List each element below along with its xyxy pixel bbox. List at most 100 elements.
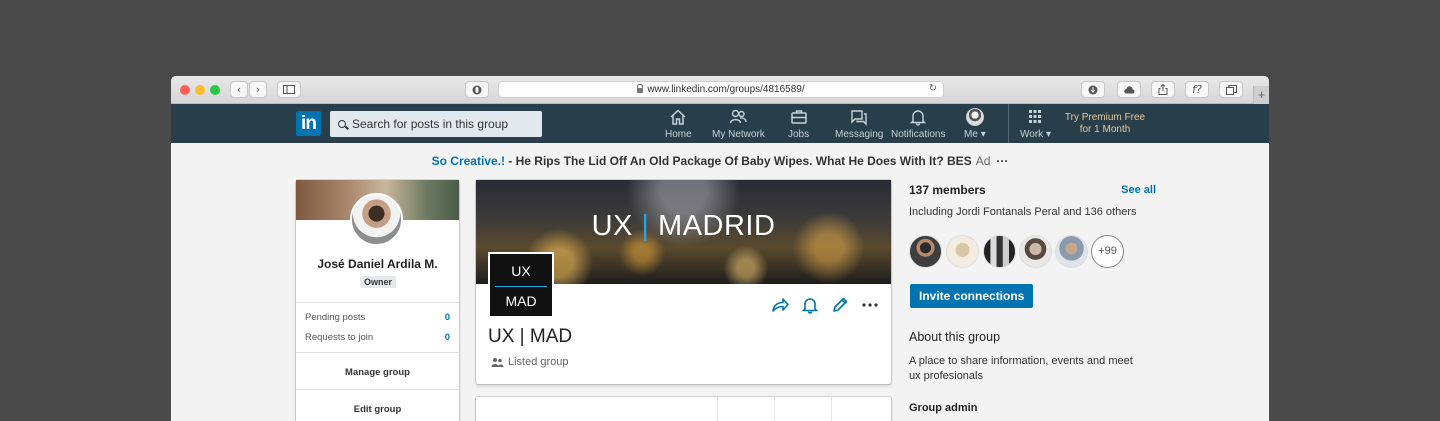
- group-logo-top: UX: [511, 263, 531, 279]
- requests-row[interactable]: Requests to join 0: [305, 332, 450, 343]
- zoom-window-button[interactable]: [210, 85, 220, 95]
- divider: [831, 397, 832, 421]
- nav-notifications[interactable]: Notifications: [891, 108, 945, 142]
- ad-text[interactable]: - He Rips The Lid Off An Old Package Of …: [505, 154, 971, 168]
- lock-icon: [637, 84, 644, 93]
- group-admin-heading: Group admin: [909, 402, 978, 414]
- requests-label: Requests to join: [305, 332, 374, 343]
- group-name: UX | MAD: [488, 326, 573, 347]
- nav-home[interactable]: Home: [665, 108, 692, 142]
- profile-name[interactable]: José Daniel Ardila M.: [296, 257, 459, 271]
- search-input[interactable]: Search for posts in this group: [330, 111, 542, 137]
- ad-label: Ad: [975, 154, 991, 168]
- divider: [717, 397, 718, 421]
- premium-line-2: for 1 Month: [1079, 124, 1131, 135]
- member-avatar[interactable]: [1019, 235, 1052, 268]
- banner-title: UX | MADRID: [476, 210, 891, 243]
- group-logo-bottom: MAD: [505, 293, 537, 309]
- nav-notifications-label: Notifications: [891, 129, 946, 140]
- about-text: A place to share information, events and…: [909, 355, 1133, 382]
- banner-title-right: MADRID: [658, 210, 776, 242]
- pending-posts-row[interactable]: Pending posts 0: [305, 312, 450, 323]
- nav-jobs[interactable]: Jobs: [788, 108, 809, 142]
- chevron-down-icon: ▾: [1045, 129, 1051, 140]
- start-conversation-card[interactable]: [476, 397, 891, 421]
- nav-home-label: Home: [665, 129, 692, 140]
- owner-badge: Owner: [360, 276, 397, 288]
- nav-me-label: Me ▾: [964, 129, 986, 140]
- members-summary: Including Jordi Fontanals Peral and 136 …: [909, 206, 1137, 218]
- avatar: [965, 108, 984, 126]
- linkedin-logo[interactable]: in: [296, 111, 321, 136]
- close-window-button[interactable]: [180, 85, 190, 95]
- chevron-down-icon: ▾: [980, 129, 986, 140]
- tabs-overview-icon[interactable]: [1219, 81, 1243, 98]
- nav-messaging[interactable]: Messaging: [835, 108, 883, 142]
- profile-avatar[interactable]: [350, 193, 403, 246]
- pencil-icon[interactable]: [831, 296, 849, 314]
- nav-divider: [1008, 104, 1009, 143]
- member-avatar[interactable]: [1055, 235, 1088, 268]
- pending-posts-label: Pending posts: [305, 312, 366, 323]
- member-avatar[interactable]: [946, 235, 979, 268]
- network-icon: [730, 109, 748, 124]
- ad-banner[interactable]: So Creative.! - He Rips The Lid Off An O…: [171, 154, 1269, 168]
- more-icon[interactable]: [861, 296, 879, 314]
- premium-link[interactable]: Try Premium Free for 1 Month: [1061, 112, 1149, 136]
- messaging-icon: [851, 110, 867, 126]
- requests-count: 0: [444, 332, 450, 343]
- more-members-badge[interactable]: +99: [1091, 235, 1124, 268]
- sidebar-toggle-icon[interactable]: [277, 81, 301, 98]
- divider: [774, 397, 775, 421]
- grid-icon: [1029, 110, 1042, 123]
- member-avatar[interactable]: [909, 235, 942, 268]
- group-people-icon: [491, 357, 504, 367]
- browser-window: ‹ › www.linkedin.com/groups/4816589/ ↻ f…: [171, 76, 1269, 421]
- nav-work[interactable]: Work ▾: [1020, 108, 1051, 142]
- page-content: So Creative.! - He Rips The Lid Off An O…: [171, 143, 1269, 421]
- minimize-window-button[interactable]: [195, 85, 205, 95]
- cloud-icon[interactable]: [1117, 81, 1141, 98]
- divider: [296, 302, 459, 303]
- download-icon[interactable]: [1081, 81, 1105, 98]
- premium-line-1: Try Premium Free: [1064, 112, 1146, 123]
- bell-icon[interactable]: [801, 296, 819, 314]
- function-extension-icon[interactable]: f?: [1185, 81, 1209, 98]
- new-tab-button[interactable]: +: [1253, 86, 1269, 104]
- group-logo: UX MAD: [488, 252, 554, 318]
- back-icon[interactable]: ‹: [230, 81, 248, 98]
- home-icon: [670, 109, 686, 125]
- group-visibility-label: Listed group: [508, 356, 569, 368]
- address-bar[interactable]: www.linkedin.com/groups/4816589/ ↻: [498, 81, 944, 98]
- reload-icon[interactable]: ↻: [929, 83, 937, 94]
- divider: [296, 352, 459, 353]
- share-arrow-icon[interactable]: [771, 296, 789, 314]
- forward-icon[interactable]: ›: [249, 81, 267, 98]
- invite-connections-button[interactable]: Invite connections: [910, 284, 1034, 308]
- banner-title-separator: |: [641, 210, 650, 242]
- see-all-link[interactable]: See all: [1121, 184, 1156, 196]
- nav-jobs-label: Jobs: [788, 129, 810, 140]
- url-text: www.linkedin.com/groups/4816589/: [647, 84, 805, 95]
- banner-title-left: UX: [591, 210, 633, 242]
- search-placeholder: Search for posts in this group: [352, 117, 509, 131]
- nav-work-label: Work ▾: [1020, 129, 1051, 140]
- edit-group-button[interactable]: Edit group: [296, 404, 459, 415]
- group-visibility: Listed group: [491, 356, 569, 368]
- profile-card: José Daniel Ardila M. Owner Pending post…: [296, 180, 459, 421]
- members-heading: 137 members: [909, 183, 986, 197]
- manage-group-button[interactable]: Manage group: [296, 367, 459, 378]
- ad-more-icon[interactable]: ···: [996, 154, 1008, 168]
- share-icon[interactable]: [1151, 81, 1175, 98]
- privacy-icon[interactable]: [465, 81, 489, 98]
- nav-me[interactable]: Me ▾: [964, 108, 986, 142]
- group-card: UX | MADRID UX MAD UX | MAD Listed group: [476, 180, 891, 384]
- member-avatar[interactable]: [983, 235, 1016, 268]
- group-actions: [771, 296, 879, 314]
- browser-toolbar: ‹ › www.linkedin.com/groups/4816589/ ↻ f…: [171, 76, 1269, 104]
- nav-my-network[interactable]: My Network: [712, 108, 765, 142]
- briefcase-icon: [790, 110, 807, 124]
- divider: [296, 389, 459, 390]
- ad-brand[interactable]: So Creative.!: [432, 154, 505, 168]
- search-icon: [338, 120, 346, 128]
